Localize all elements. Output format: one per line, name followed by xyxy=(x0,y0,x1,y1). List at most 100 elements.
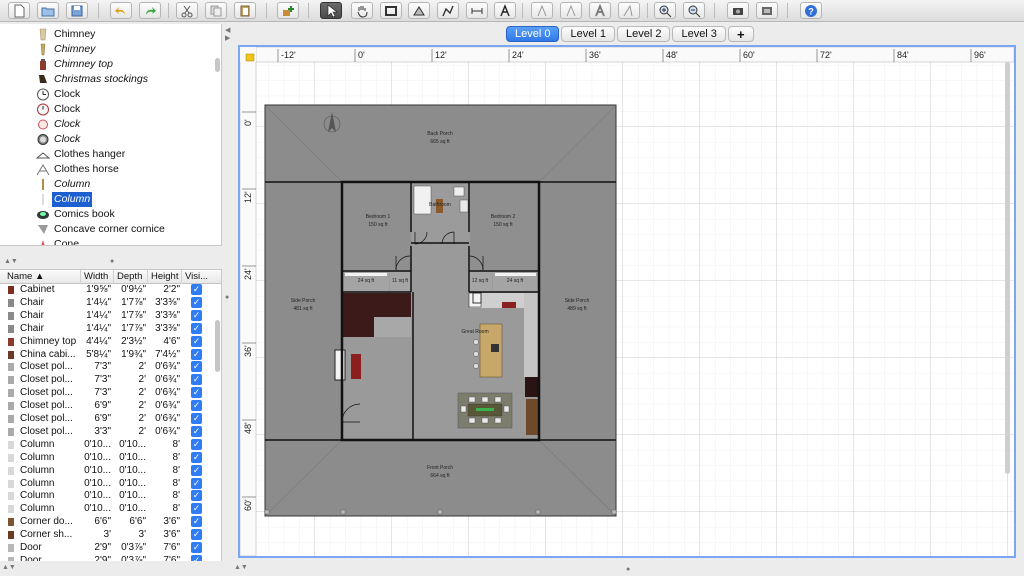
table-row[interactable]: Door 2'9" 0'3⅞" 7'6" ✓ xyxy=(0,541,212,554)
tab-level-3[interactable]: Level 3 xyxy=(672,26,726,42)
visible-checkbox[interactable]: ✓ xyxy=(191,477,202,489)
catalog-item[interactable]: Clock xyxy=(0,132,212,147)
catalog-scrollbar[interactable] xyxy=(215,58,220,72)
vertical-divider[interactable]: ◀ ▶ ● xyxy=(222,22,234,576)
table-row[interactable]: Closet pol... 6'9" 2' 0'6¾" ✓ xyxy=(0,399,212,412)
create-walls-icon[interactable] xyxy=(380,2,402,19)
visible-checkbox[interactable]: ✓ xyxy=(191,387,202,399)
column-header-depth[interactable]: Depth xyxy=(114,270,148,284)
table-row[interactable]: Cabinet 1'9⅝" 0'9½" 2'2" ✓ xyxy=(0,283,212,296)
catalog-item[interactable]: Clothes hanger xyxy=(0,147,212,162)
table-row[interactable]: Closet pol... 7'3" 2' 0'6¾" ✓ xyxy=(0,373,212,386)
table-scrollbar[interactable] xyxy=(215,320,220,372)
column-header-width[interactable]: Width xyxy=(81,270,114,284)
visible-checkbox[interactable]: ✓ xyxy=(191,451,202,463)
catalog-item[interactable]: Concave corner cornice xyxy=(0,222,212,237)
visible-checkbox[interactable]: ✓ xyxy=(191,335,202,347)
catalog-item[interactable]: Column xyxy=(0,177,212,192)
table-row[interactable]: Closet pol... 6'9" 2' 0'6¾" ✓ xyxy=(0,412,212,425)
table-row[interactable]: Closet pol... 7'3" 2' 0'6¾" ✓ xyxy=(0,360,212,373)
zoom-out-icon[interactable] xyxy=(683,2,705,19)
tab-level-1[interactable]: Level 1 xyxy=(561,26,615,42)
visible-checkbox[interactable]: ✓ xyxy=(191,425,202,437)
open-folder-icon[interactable] xyxy=(37,2,59,19)
catalog-item[interactable]: Chimney xyxy=(0,27,212,42)
visible-checkbox[interactable]: ✓ xyxy=(191,464,202,476)
zoom-in-icon[interactable] xyxy=(654,2,676,19)
visible-checkbox[interactable]: ✓ xyxy=(191,490,202,502)
table-row[interactable]: Chair 1'4¼" 1'7⅞" 3'3⅜" ✓ xyxy=(0,296,212,309)
text-style-a-icon[interactable] xyxy=(531,2,553,19)
select-arrow-icon[interactable] xyxy=(320,2,342,19)
add-text-icon[interactable] xyxy=(494,2,516,19)
visible-checkbox[interactable]: ✓ xyxy=(191,542,202,553)
catalog-item[interactable]: Chimney xyxy=(0,42,212,57)
visible-checkbox[interactable]: ✓ xyxy=(191,413,202,424)
catalog-item[interactable]: Clock xyxy=(0,87,212,102)
catalog-item[interactable]: Chimney top xyxy=(0,57,212,72)
create-dimensions-icon[interactable] xyxy=(466,2,488,19)
plan-view[interactable]: -12' 0' 12' 24' 36' 48' 60' 72' 84' 96' 0' 12' 24' 3… xyxy=(238,45,1016,558)
plan-bottom-arrows[interactable]: ▲▼ xyxy=(234,564,248,571)
create-rooms-icon[interactable] xyxy=(408,2,430,19)
catalog-item[interactable]: Clothes horse xyxy=(0,162,212,177)
visible-checkbox[interactable]: ✓ xyxy=(191,438,202,450)
text-style-c-icon[interactable] xyxy=(589,2,611,19)
visible-checkbox[interactable]: ✓ xyxy=(191,529,202,541)
new-file-icon[interactable] xyxy=(8,2,30,19)
visible-checkbox[interactable]: ✓ xyxy=(191,322,202,334)
table-row[interactable]: Closet pol... 3'3" 2' 0'6¾" ✓ xyxy=(0,425,212,438)
add-furniture-icon[interactable] xyxy=(277,2,299,19)
column-header-visible[interactable]: Visi... xyxy=(182,270,212,284)
left-panel-divider[interactable]: ▲▼ ● xyxy=(0,258,226,268)
table-row[interactable]: Column 0'10... 0'10... 8' ✓ xyxy=(0,438,212,451)
catalog-item[interactable]: Column xyxy=(0,192,212,207)
table-row[interactable]: Chimney top 4'4¼" 2'3½" 4'6" ✓ xyxy=(0,335,212,348)
photo-camera-icon[interactable] xyxy=(727,2,749,19)
table-row[interactable]: Corner do... 6'6" 6'6" 3'6" ✓ xyxy=(0,515,212,528)
add-level-button[interactable]: + xyxy=(727,26,754,42)
table-row[interactable]: Column 0'10... 0'10... 8' ✓ xyxy=(0,502,212,515)
visible-checkbox[interactable]: ✓ xyxy=(191,309,202,321)
visible-checkbox[interactable]: ✓ xyxy=(191,554,202,561)
visible-checkbox[interactable]: ✓ xyxy=(191,361,202,373)
table-row[interactable]: Chair 1'4¼" 1'7⅞" 3'3⅜" ✓ xyxy=(0,322,212,335)
help-icon[interactable]: ? xyxy=(800,2,822,19)
table-row[interactable]: Door 2'9" 0'3⅞" 7'6" ✓ xyxy=(0,554,212,561)
undo-icon[interactable] xyxy=(110,2,132,19)
table-row[interactable]: China cabi... 5'8¼" 1'9¾" 7'4½" ✓ xyxy=(0,348,212,361)
plan-scrollbar[interactable] xyxy=(1005,62,1010,474)
visible-checkbox[interactable]: ✓ xyxy=(191,284,202,295)
column-header-name[interactable]: Name ▲ xyxy=(4,270,81,284)
create-polylines-icon[interactable] xyxy=(437,2,459,19)
table-row[interactable]: Corner sh... 3' 3' 3'6" ✓ xyxy=(0,528,212,541)
table-row[interactable]: Column 0'10... 0'10... 8' ✓ xyxy=(0,477,212,490)
table-row[interactable]: Closet pol... 7'3" 2' 0'6¾" ✓ xyxy=(0,386,212,399)
table-row[interactable]: Chair 1'4¼" 1'7⅞" 3'3⅜" ✓ xyxy=(0,309,212,322)
left-panel-bottom-arrows[interactable]: ▲▼ xyxy=(2,564,16,571)
visible-checkbox[interactable]: ✓ xyxy=(191,503,202,515)
visible-checkbox[interactable]: ✓ xyxy=(191,374,202,386)
redo-icon[interactable] xyxy=(139,2,161,19)
catalog-item[interactable]: Comics book xyxy=(0,207,212,222)
catalog-item[interactable]: Cone xyxy=(0,237,212,245)
visible-checkbox[interactable]: ✓ xyxy=(191,400,202,412)
table-row[interactable]: Column 0'10... 0'10... 8' ✓ xyxy=(0,464,212,477)
catalog-item[interactable]: Clock xyxy=(0,117,212,132)
video-icon[interactable] xyxy=(756,2,778,19)
tab-level-2[interactable]: Level 2 xyxy=(616,26,671,42)
visible-checkbox[interactable]: ✓ xyxy=(191,296,202,308)
pan-hand-icon[interactable] xyxy=(351,2,373,19)
cut-icon[interactable] xyxy=(176,2,198,19)
column-header-height[interactable]: Height xyxy=(148,270,182,284)
table-row[interactable]: Column 0'10... 0'10... 8' ✓ xyxy=(0,451,212,464)
tab-level-0[interactable]: Level 0 xyxy=(506,26,560,42)
copy-icon[interactable] xyxy=(205,2,227,19)
catalog-item[interactable]: Christmas stockings xyxy=(0,72,212,87)
save-icon[interactable] xyxy=(66,2,88,19)
catalog-item[interactable]: Clock xyxy=(0,102,212,117)
paste-icon[interactable] xyxy=(234,2,256,19)
text-style-b-icon[interactable] xyxy=(560,2,582,19)
visible-checkbox[interactable]: ✓ xyxy=(191,516,202,528)
visible-checkbox[interactable]: ✓ xyxy=(191,348,202,360)
